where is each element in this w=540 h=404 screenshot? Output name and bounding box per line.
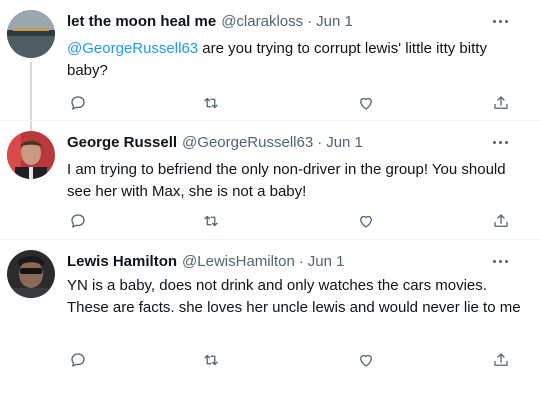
like-icon[interactable] [355,92,377,114]
more-icon[interactable] [488,250,512,272]
tweet-header: George Russell @GeorgeRussell63 · Jun 1 [67,131,363,153]
timestamp[interactable]: Jun 1 [308,253,345,270]
like-icon[interactable] [355,210,377,232]
tweet-text: I am trying to befriend the only non-dri… [67,159,529,203]
tweet[interactable]: let the moon heal me @clarakloss · Jun 1… [0,10,540,132]
action-bar [67,92,512,114]
retweet-icon[interactable] [200,92,222,114]
separator: · [307,12,313,30]
display-name[interactable]: Lewis Hamilton [67,253,177,270]
divider [0,239,540,240]
timestamp[interactable]: Jun 1 [326,134,363,151]
mention-link[interactable]: @GeorgeRussell63 [67,40,198,57]
avatar[interactable] [7,250,55,298]
reply-icon[interactable] [67,210,89,232]
separator: · [298,252,304,270]
user-handle[interactable]: @GeorgeRussell63 [182,134,313,151]
share-icon[interactable] [490,92,512,114]
like-icon[interactable] [355,349,377,371]
tweet-header: Lewis Hamilton @LewisHamilton · Jun 1 [67,250,345,272]
user-handle[interactable]: @LewisHamilton [182,253,295,270]
divider [0,120,540,121]
more-icon[interactable] [488,131,512,153]
share-icon[interactable] [490,210,512,232]
reply-icon[interactable] [67,349,89,371]
action-bar [67,349,512,371]
tweet-header: let the moon heal me @clarakloss · Jun 1 [67,10,353,32]
timestamp[interactable]: Jun 1 [316,13,353,30]
tweet-text: YN is a baby, does not drink and only wa… [67,275,529,319]
share-icon[interactable] [490,349,512,371]
reply-icon[interactable] [67,92,89,114]
tweet[interactable]: George Russell @GeorgeRussell63 · Jun 1 … [0,131,540,241]
thread-line [30,62,32,132]
display-name[interactable]: let the moon heal me [67,13,216,30]
action-bar [67,210,512,232]
more-icon[interactable] [488,10,512,32]
tweet[interactable]: Lewis Hamilton @LewisHamilton · Jun 1 YN… [0,250,540,395]
avatar[interactable] [7,131,55,179]
tweet-text-content: YN is a baby, does not drink and only wa… [67,277,521,316]
separator: · [317,133,323,151]
tweet-text: @GeorgeRussell63 are you trying to corru… [67,38,529,82]
retweet-icon[interactable] [200,210,222,232]
display-name[interactable]: George Russell [67,134,177,151]
user-handle[interactable]: @clarakloss [221,13,303,30]
retweet-icon[interactable] [200,349,222,371]
avatar[interactable] [7,10,55,58]
tweet-text-content: I am trying to befriend the only non-dri… [67,161,506,200]
